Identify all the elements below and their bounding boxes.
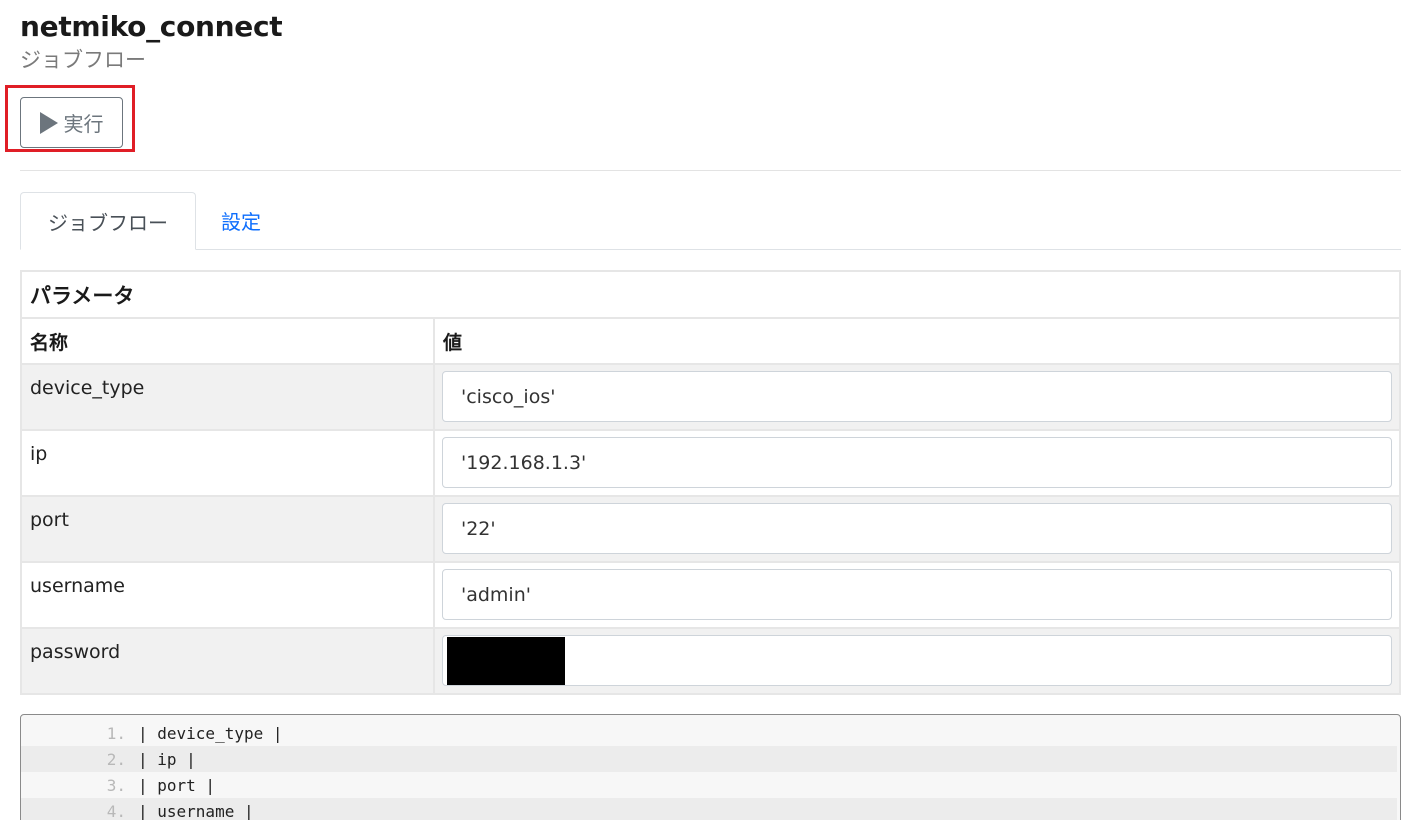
code-line: 4. | username | (21, 798, 1397, 820)
redaction-block (447, 636, 565, 685)
param-name: ip (20, 429, 435, 497)
param-value-input[interactable]: 'cisco_ios' (442, 371, 1392, 422)
page: netmiko_connect ジョブフロー 実行 ジョブフロー 設定 パラメー… (0, 0, 1410, 820)
code-line: 2. | ip | (21, 746, 1397, 772)
table-row: ip '192.168.1.3' (20, 429, 1401, 497)
code-editor[interactable]: 1. | device_type | 2. | ip | 3. | port |… (20, 714, 1401, 820)
tab-jobflow-label: ジョブフロー (48, 210, 168, 235)
param-value-text: 'admin' (461, 583, 531, 606)
param-value-input[interactable]: 'admin' (442, 569, 1392, 620)
param-value-text: '22' (461, 517, 496, 540)
column-header-name: 名称 (20, 317, 435, 365)
play-icon (39, 111, 58, 134)
line-number: 2. (106, 749, 126, 769)
tab-settings[interactable]: 設定 (196, 192, 286, 249)
table-row: password (20, 627, 1401, 695)
password-input[interactable] (442, 635, 1392, 686)
page-title: netmiko_connect (20, 10, 283, 43)
code-text: | device_type | (138, 723, 283, 743)
param-value-input[interactable]: '192.168.1.3' (442, 437, 1392, 488)
param-name: device_type (20, 363, 435, 431)
divider (20, 170, 1401, 171)
param-name: username (20, 561, 435, 629)
line-number: 1. (106, 723, 126, 743)
code-text: | username | (138, 801, 254, 820)
run-button-label: 実行 (63, 114, 104, 136)
param-value-input[interactable]: '22' (442, 503, 1392, 554)
line-number: 4. (106, 801, 126, 820)
tab-settings-label: 設定 (221, 210, 261, 234)
run-button[interactable]: 実行 (20, 97, 123, 148)
tab-jobflow[interactable]: ジョブフロー (20, 192, 196, 250)
param-value-text: '192.168.1.3' (461, 451, 587, 474)
code-text: | port | (138, 775, 216, 795)
parameter-table-caption: パラメータ (20, 270, 1401, 319)
column-header-value: 値 (433, 317, 1401, 365)
table-row: username 'admin' (20, 561, 1401, 629)
param-value-text: 'cisco_ios' (461, 385, 556, 408)
line-number: 3. (106, 775, 126, 795)
param-name: port (20, 495, 435, 563)
code-line: 1. | device_type | (21, 720, 1397, 746)
table-row: device_type 'cisco_ios' (20, 363, 1401, 431)
table-row: port '22' (20, 495, 1401, 563)
page-subtitle: ジョブフロー (20, 48, 146, 72)
code-line: 3. | port | (21, 772, 1397, 798)
code-text: | ip | (138, 749, 196, 769)
param-name: password (20, 627, 435, 695)
parameter-table: パラメータ 名称 値 device_type 'cisco_ios' ip '1… (20, 270, 1401, 695)
tab-bar: ジョブフロー 設定 (20, 192, 1401, 250)
